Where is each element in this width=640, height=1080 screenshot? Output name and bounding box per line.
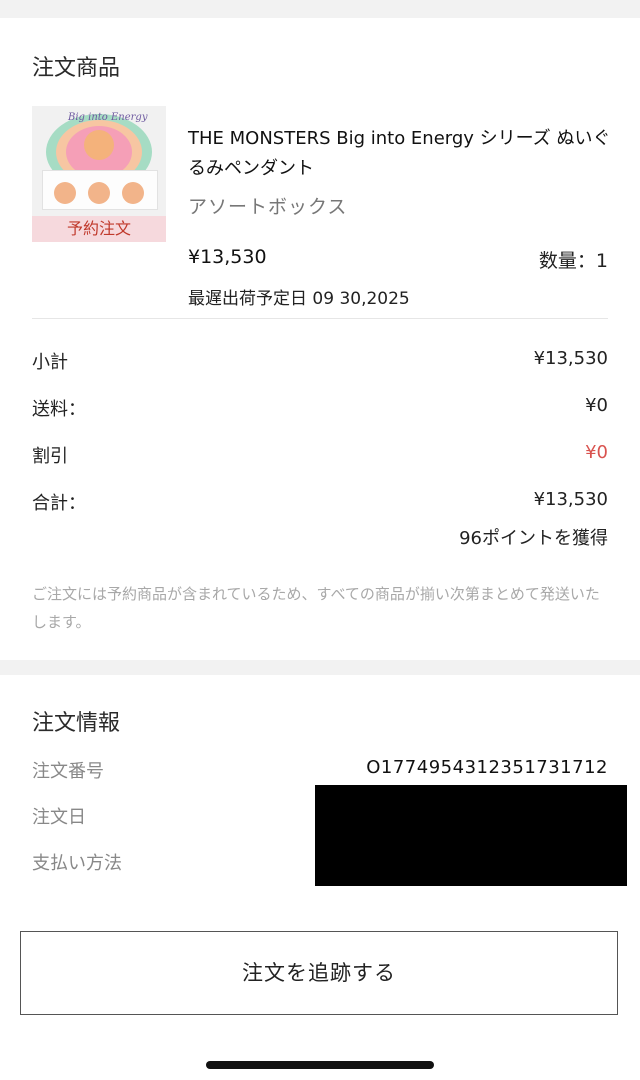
product-variant: アソートボックス — [188, 196, 348, 218]
subtotal-label: 小計 — [32, 352, 68, 373]
order-number-value[interactable]: O1774954312351731712 — [366, 757, 608, 778]
thumbnail-mini-figure — [54, 182, 76, 204]
thumbnail-mini-figure — [122, 182, 144, 204]
order-number-label: 注文番号 — [32, 761, 104, 782]
preorder-shipping-note: ご注文には予約商品が含まれているため、すべての商品が揃い次第まとめて発送いたしま… — [32, 585, 600, 631]
shipping-label: 送料： — [32, 399, 86, 420]
payment-method-label: 支払い方法 — [32, 853, 122, 874]
subtotal-value: ¥13,530 — [533, 348, 608, 369]
divider — [32, 318, 608, 319]
summary-row-total: 合計： ¥13,530 — [32, 489, 608, 515]
thumbnail-logo-text: Big into Energy — [68, 112, 148, 123]
product-price: ¥13,530 — [188, 246, 267, 268]
order-date-label: 注文日 — [32, 807, 86, 828]
summary-row-subtotal: 小計 ¥13,530 — [32, 348, 608, 374]
latest-ship-date: 最遅出荷予定日 09 30,2025 — [188, 289, 410, 309]
summary-row-discount: 割引 ¥0 — [32, 442, 608, 468]
redacted-block — [315, 785, 627, 886]
product-name[interactable]: THE MONSTERS Big into Energy シリーズ ぬいぐるみペ… — [188, 124, 618, 184]
footer: 注文を追跡する — [0, 903, 640, 1080]
thumbnail-character — [84, 130, 114, 160]
home-indicator — [206, 1061, 434, 1069]
order-info-card: 注文情報 注文番号 O1774954312351731712 注文日 支払い方法 — [0, 675, 640, 903]
summary-row-shipping: 送料： ¥0 — [32, 395, 608, 421]
order-items-card: 注文商品 Big into Energy 予約注文 THE MONSTERS B… — [0, 18, 640, 660]
preorder-badge: 予約注文 — [32, 216, 166, 242]
track-order-button[interactable]: 注文を追跡する — [20, 931, 618, 1015]
section-title-order-items: 注文商品 — [32, 56, 121, 81]
earned-points: 96ポイントを獲得 — [459, 528, 608, 549]
total-label: 合計： — [32, 493, 86, 514]
section-title-order-info: 注文情報 — [32, 711, 121, 736]
discount-label: 割引 — [32, 446, 68, 467]
thumbnail-mini-figure — [88, 182, 110, 204]
discount-value: ¥0 — [585, 442, 608, 463]
product-quantity: 数量：1 — [538, 250, 608, 272]
shipping-value: ¥0 — [585, 395, 608, 416]
total-value: ¥13,530 — [533, 489, 608, 510]
